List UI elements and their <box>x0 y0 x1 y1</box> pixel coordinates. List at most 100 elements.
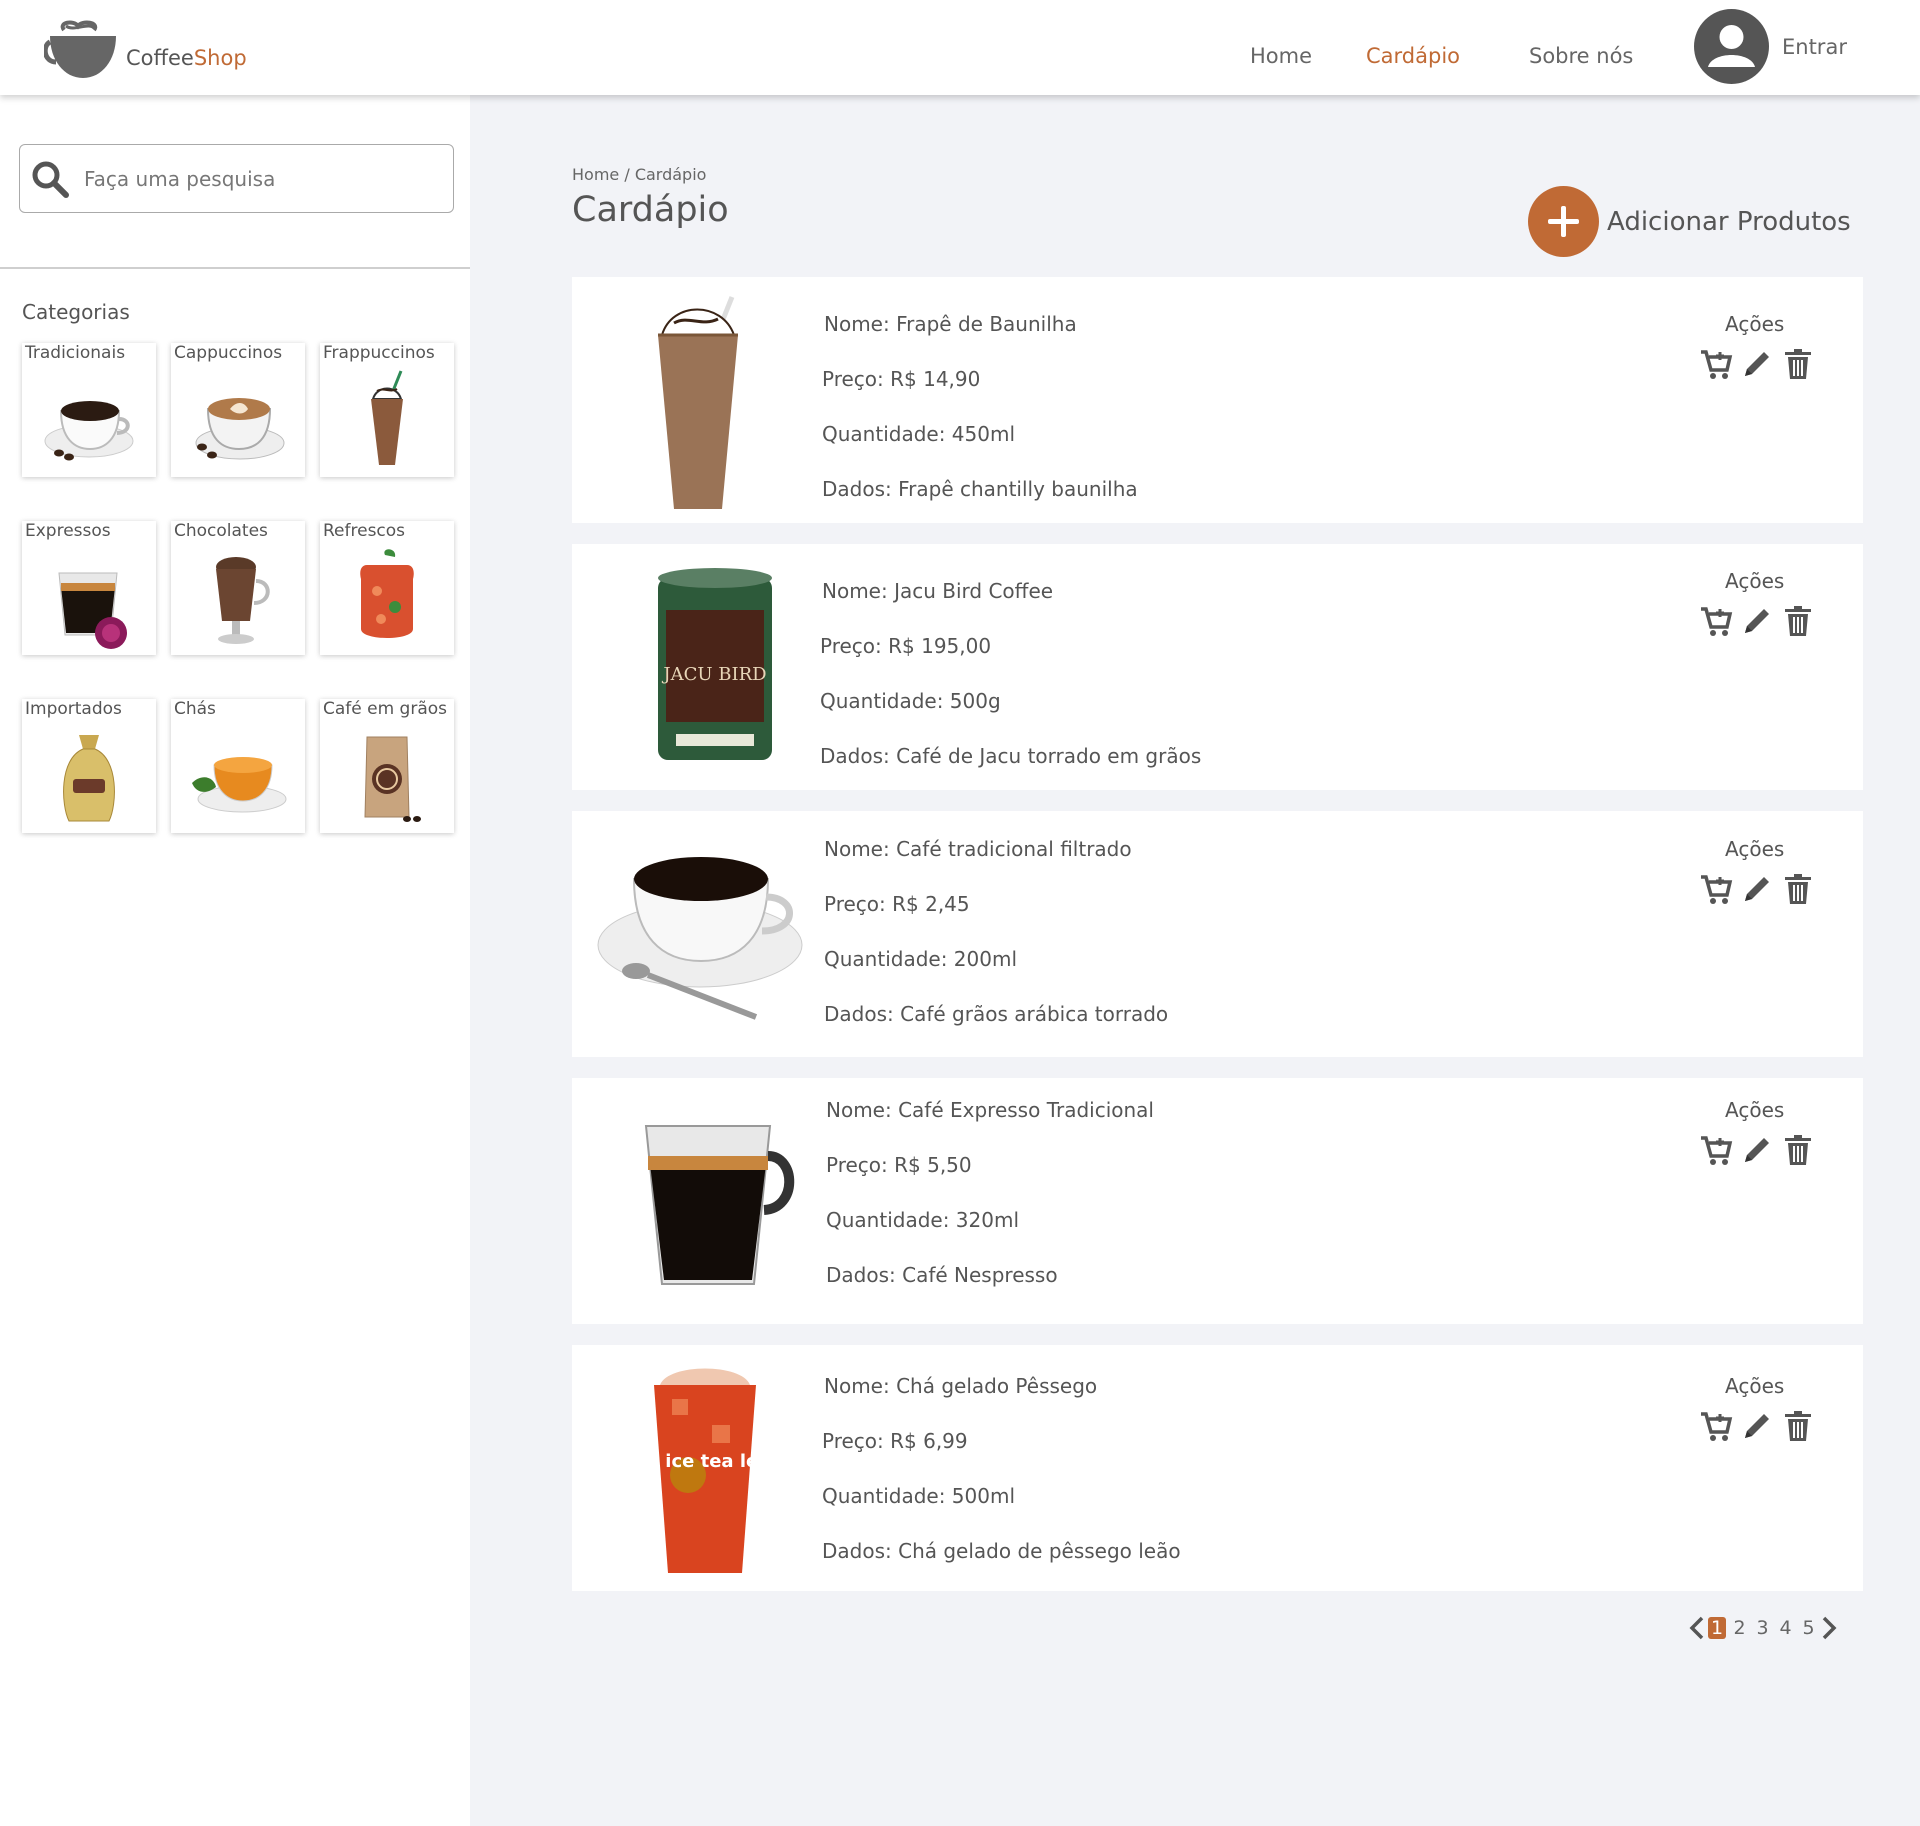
edit-pencil-icon[interactable] <box>1740 1133 1774 1167</box>
page-3[interactable]: 3 <box>1751 1617 1774 1639</box>
login-link[interactable]: Entrar <box>1782 35 1847 59</box>
coffee-cup-beans-icon <box>44 401 134 461</box>
actions-label: Ações <box>1725 837 1785 861</box>
coffee-sack-icon <box>63 735 115 822</box>
product-card: Nome: Café Expresso Tradicional Preço: R… <box>572 1078 1863 1324</box>
page-2[interactable]: 2 <box>1728 1617 1751 1639</box>
category-cappuccinos[interactable]: Cappuccinos <box>171 343 305 477</box>
product-details: Dados: Café de Jacu torrado em grãos <box>820 744 1202 768</box>
tea-cup-icon <box>192 757 287 813</box>
add-products-button[interactable]: Adicionar Produtos <box>1528 186 1851 257</box>
delete-trash-icon[interactable] <box>1781 1133 1815 1167</box>
page-title: Cardápio <box>572 190 729 230</box>
edit-pencil-icon[interactable] <box>1740 1409 1774 1443</box>
product-price: Preço: R$ 195,00 <box>820 634 992 658</box>
add-to-cart-icon[interactable] <box>1699 1133 1733 1167</box>
product-quantity: Quantidade: 450ml <box>822 422 1016 446</box>
search-input[interactable] <box>84 166 424 191</box>
add-products-label: Adicionar Produtos <box>1607 206 1851 237</box>
plus-icon[interactable] <box>1528 186 1599 257</box>
category-chocolates[interactable]: Chocolates <box>171 521 305 655</box>
product-card: ice tea leão Nome: Chá gelado Pêssego Pr… <box>572 1345 1863 1591</box>
category-label: Chás <box>174 699 216 719</box>
category-chas[interactable]: Chás <box>171 699 305 833</box>
categories-grid: Tradicionais Cappuccinos Frappuccinos Ex… <box>22 343 454 833</box>
edit-pencil-icon[interactable] <box>1740 872 1774 906</box>
pagination: 1 2 3 4 5 <box>1688 1616 1838 1640</box>
search-box[interactable] <box>19 144 454 213</box>
refresco-jar-icon <box>360 549 414 638</box>
category-refrescos[interactable]: Refrescos <box>320 521 454 655</box>
product-card: Nome: Frapê de Baunilha Preço: R$ 14,90 … <box>572 277 1863 523</box>
category-expressos[interactable]: Expressos <box>22 521 156 655</box>
sidebar: Categorias Tradicionais Cappuccinos <box>0 95 470 1826</box>
product-quantity: Quantidade: 320ml <box>826 1208 1020 1232</box>
product-name: Nome: Frapê de Baunilha <box>824 312 1077 336</box>
page-5[interactable]: 5 <box>1797 1617 1820 1639</box>
coffee-can-image: JACU BIRD <box>658 568 772 760</box>
category-label: Expressos <box>25 521 111 541</box>
product-details: Dados: Café Nespresso <box>826 1263 1058 1287</box>
nav-home[interactable]: Home <box>1250 44 1312 68</box>
nav-sobre-nos[interactable]: Sobre nós <box>1529 44 1633 68</box>
nav-cardapio[interactable]: Cardápio <box>1366 44 1460 68</box>
category-frappuccinos[interactable]: Frappuccinos <box>320 343 454 477</box>
product-card: JACU BIRD Nome: Jacu Bird Coffee Preço: … <box>572 544 1863 790</box>
category-label: Refrescos <box>323 521 406 541</box>
user-avatar-icon[interactable] <box>1694 9 1769 84</box>
page-4[interactable]: 4 <box>1774 1617 1797 1639</box>
brand-logo[interactable]: CoffeeShop <box>44 18 247 82</box>
product-price: Preço: R$ 6,99 <box>822 1429 968 1453</box>
edit-pencil-icon[interactable] <box>1740 347 1774 381</box>
add-to-cart-icon[interactable] <box>1699 347 1733 381</box>
page-1[interactable]: 1 <box>1708 1617 1726 1639</box>
product-card: Nome: Café tradicional filtrado Preço: R… <box>572 811 1863 1057</box>
category-label: Chocolates <box>174 521 268 541</box>
product-name: Nome: Café tradicional filtrado <box>824 837 1132 861</box>
iced-tea-image: ice tea leão <box>654 1368 783 1573</box>
delete-trash-icon[interactable] <box>1781 347 1815 381</box>
hot-chocolate-icon <box>216 557 270 644</box>
product-details: Dados: Chá gelado de pêssego leão <box>822 1539 1181 1563</box>
actions-label: Ações <box>1725 1374 1785 1398</box>
product-name: Nome: Chá gelado Pêssego <box>824 1374 1098 1398</box>
product-price: Preço: R$ 14,90 <box>822 367 981 391</box>
coffee-cup-image <box>597 857 803 1020</box>
svg-text:JACU BIRD: JACU BIRD <box>661 664 766 685</box>
product-details: Dados: Frapê chantilly baunilha <box>822 477 1138 501</box>
frappuccino-icon <box>371 370 403 465</box>
category-importados[interactable]: Importados <box>22 699 156 833</box>
category-label: Frappuccinos <box>323 343 435 363</box>
chevron-right-icon[interactable] <box>1820 1616 1838 1640</box>
svg-text:ice tea leão: ice tea leão <box>665 1451 782 1472</box>
product-price: Preço: R$ 5,50 <box>826 1153 972 1177</box>
product-quantity: Quantidade: 200ml <box>824 947 1018 971</box>
coffee-cup-logo-icon <box>44 20 116 78</box>
espresso-glass-image <box>644 1125 795 1285</box>
sidebar-divider <box>0 267 470 269</box>
search-icon[interactable] <box>30 159 70 199</box>
actions-label: Ações <box>1725 312 1785 336</box>
add-to-cart-icon[interactable] <box>1699 1409 1733 1443</box>
product-quantity: Quantidade: 500g <box>820 689 1001 713</box>
category-label: Importados <box>25 699 122 719</box>
product-details: Dados: Café grãos arábica torrado <box>824 1002 1169 1026</box>
product-quantity: Quantidade: 500ml <box>822 1484 1016 1508</box>
actions-label: Ações <box>1725 569 1785 593</box>
frappe-image <box>658 296 738 509</box>
delete-trash-icon[interactable] <box>1781 872 1815 906</box>
category-tradicionais[interactable]: Tradicionais <box>22 343 156 477</box>
category-label: Café em grãos <box>323 699 448 719</box>
coffee-bag-icon <box>364 736 421 822</box>
delete-trash-icon[interactable] <box>1781 604 1815 638</box>
brand-name: CoffeeShop <box>126 46 247 70</box>
product-name: Nome: Café Expresso Tradicional <box>826 1098 1154 1122</box>
categories-title: Categorias <box>22 300 130 324</box>
chevron-left-icon[interactable] <box>1688 1616 1706 1640</box>
add-to-cart-icon[interactable] <box>1699 872 1733 906</box>
edit-pencil-icon[interactable] <box>1740 604 1774 638</box>
delete-trash-icon[interactable] <box>1781 1409 1815 1443</box>
category-cafe-em-graos[interactable]: Café em grãos <box>320 699 454 833</box>
actions-label: Ações <box>1725 1098 1785 1122</box>
add-to-cart-icon[interactable] <box>1699 604 1733 638</box>
